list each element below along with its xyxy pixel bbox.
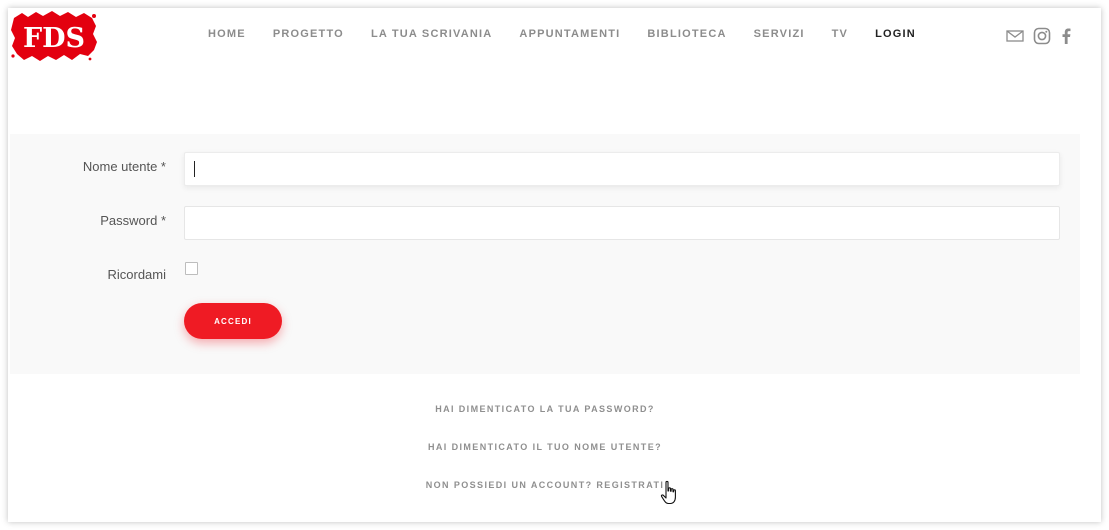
nav-item-servizi[interactable]: SERVIZI bbox=[754, 28, 805, 40]
text-caret bbox=[194, 161, 195, 177]
nav-item-tv[interactable]: TV bbox=[832, 28, 848, 40]
nav-item-biblioteca[interactable]: BIBLIOTECA bbox=[647, 28, 726, 40]
nav-item-progetto[interactable]: PROGETTO bbox=[273, 28, 344, 40]
mail-icon[interactable] bbox=[1006, 29, 1024, 43]
nav-item-home[interactable]: HOME bbox=[208, 28, 246, 40]
main-nav: HOME PROGETTO LA TUA SCRIVANIA APPUNTAME… bbox=[208, 24, 916, 44]
hand-cursor-icon bbox=[660, 480, 680, 506]
nav-item-appuntamenti[interactable]: APPUNTAMENTI bbox=[519, 28, 620, 40]
login-form: Nome utente * Password * Ricordami ACCED… bbox=[10, 134, 1080, 374]
login-button[interactable]: ACCEDI bbox=[184, 303, 282, 339]
username-label: Nome utente * bbox=[82, 159, 166, 174]
forgot-password-link[interactable]: HAI DIMENTICATO LA TUA PASSWORD? bbox=[10, 404, 1080, 414]
password-label: Password * bbox=[100, 213, 166, 228]
fds-logo-icon: FDS bbox=[11, 11, 97, 61]
remember-label: Ricordami bbox=[107, 267, 166, 282]
site-logo[interactable]: FDS bbox=[10, 10, 98, 62]
social-links bbox=[1006, 27, 1072, 45]
remember-checkbox[interactable] bbox=[185, 262, 198, 275]
username-input[interactable] bbox=[184, 152, 1060, 186]
register-link[interactable]: NON POSSIEDI UN ACCOUNT? REGISTRATI bbox=[10, 480, 1080, 490]
facebook-icon[interactable] bbox=[1060, 27, 1072, 45]
nav-item-la-tua-scrivania[interactable]: LA TUA SCRIVANIA bbox=[371, 28, 492, 40]
nav-item-login[interactable]: LOGIN bbox=[875, 28, 916, 40]
svg-text:FDS: FDS bbox=[23, 23, 85, 54]
instagram-icon[interactable] bbox=[1033, 27, 1051, 45]
password-input[interactable] bbox=[184, 206, 1060, 240]
forgot-username-link[interactable]: HAI DIMENTICATO IL TUO NOME UTENTE? bbox=[10, 442, 1080, 452]
